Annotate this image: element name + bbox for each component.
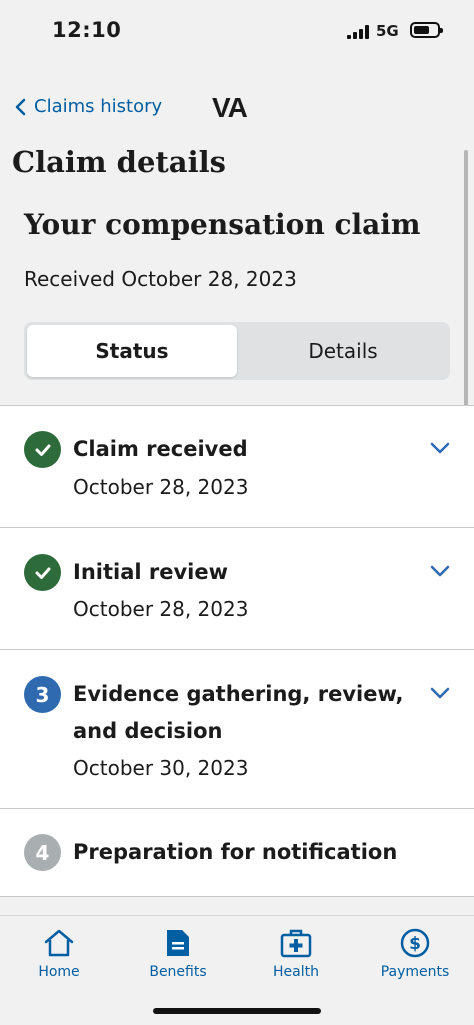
chevron-down-icon[interactable] bbox=[430, 564, 450, 578]
va-logo: VA bbox=[212, 92, 248, 123]
received-date: Received October 28, 2023 bbox=[24, 267, 297, 291]
segment-details[interactable]: Details bbox=[239, 325, 447, 377]
step-claim-received[interactable]: Claim received October 28, 2023 bbox=[0, 406, 474, 528]
tab-home-label: Home bbox=[38, 964, 80, 980]
chevron-down-icon[interactable] bbox=[430, 686, 450, 700]
chevron-left-icon bbox=[15, 98, 26, 115]
status-bar: 12:10 5G bbox=[0, 0, 474, 64]
tab-home[interactable]: Home bbox=[4, 928, 114, 980]
step-initial-review[interactable]: Initial review October 28, 2023 bbox=[0, 528, 474, 650]
step-title: Preparation for notification bbox=[73, 840, 398, 864]
tab-health[interactable]: Health bbox=[241, 928, 351, 980]
clock: 12:10 bbox=[52, 18, 122, 42]
page-title: Claim details bbox=[12, 145, 226, 179]
check-circle-icon bbox=[24, 554, 61, 591]
document-icon bbox=[167, 930, 189, 956]
back-button[interactable]: Claims history bbox=[14, 96, 162, 117]
chevron-down-icon[interactable] bbox=[430, 441, 450, 455]
bottom-tab-bar: Home Benefits Health $ Payments bbox=[0, 915, 474, 1025]
step-preparation-notification[interactable]: 4 Preparation for notification bbox=[0, 809, 474, 897]
step-date: October 28, 2023 bbox=[73, 475, 249, 499]
battery-icon bbox=[410, 22, 443, 38]
medical-kit-icon bbox=[280, 929, 312, 958]
step-title: Initial review bbox=[73, 560, 229, 584]
tab-payments[interactable]: $ Payments bbox=[360, 928, 470, 980]
tab-benefits-label: Benefits bbox=[149, 964, 207, 980]
network-type: 5G bbox=[376, 22, 399, 40]
step-title: Claim received bbox=[73, 437, 248, 461]
step-number-icon: 4 bbox=[24, 834, 61, 871]
tab-payments-label: Payments bbox=[380, 964, 450, 980]
svg-text:$: $ bbox=[409, 934, 421, 954]
home-indicator bbox=[153, 1008, 321, 1014]
step-number-icon: 3 bbox=[24, 676, 61, 713]
dollar-circle-icon: $ bbox=[400, 928, 430, 958]
tab-benefits[interactable]: Benefits bbox=[123, 928, 233, 980]
claim-title: Your compensation claim bbox=[24, 208, 421, 241]
step-date: October 30, 2023 bbox=[73, 756, 249, 780]
nav-header: Claims history VA bbox=[0, 84, 474, 134]
tab-health-label: Health bbox=[273, 964, 319, 980]
back-button-label: Claims history bbox=[34, 96, 163, 117]
step-date: October 28, 2023 bbox=[73, 597, 249, 621]
cellular-signal-icon bbox=[347, 25, 369, 39]
home-icon bbox=[44, 929, 74, 957]
segment-status[interactable]: Status bbox=[27, 325, 237, 377]
step-evidence-gathering[interactable]: 3 Evidence gathering, review, and decisi… bbox=[0, 650, 474, 809]
step-title: Evidence gathering, review, and decision bbox=[73, 682, 404, 743]
check-circle-icon bbox=[24, 431, 61, 468]
claim-steps-list: Claim received October 28, 2023 Initial … bbox=[0, 405, 474, 897]
status-details-toggle: Status Details bbox=[24, 322, 450, 380]
